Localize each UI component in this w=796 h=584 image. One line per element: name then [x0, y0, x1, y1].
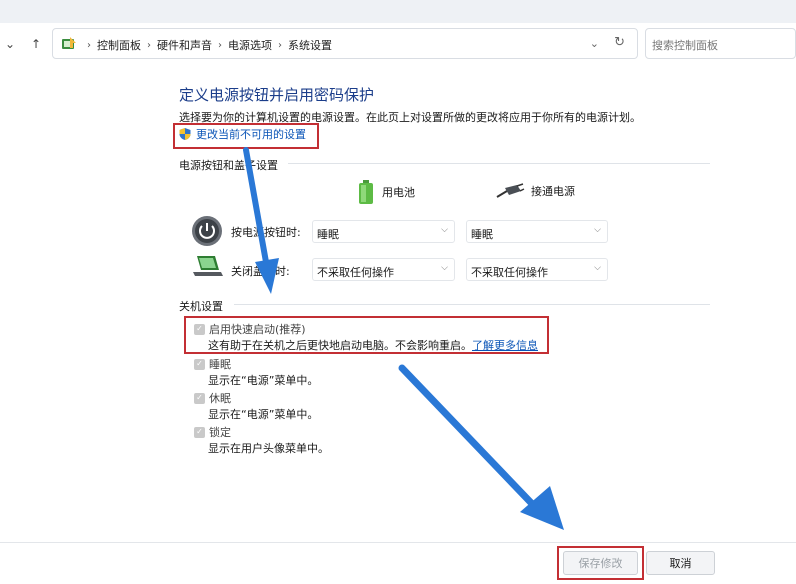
power-button-plugged-select[interactable]: 睡眠 ⌵ [466, 220, 608, 243]
lid-close-plugged-select[interactable]: 不采取任何操作 ⌵ [466, 258, 608, 281]
up-arrow-icon[interactable]: ↑ [28, 35, 44, 53]
fast-startup-highlight-box [184, 316, 549, 354]
power-plug-icon [496, 183, 525, 198]
plugged-column-header: 接通电源 [495, 183, 575, 199]
breadcrumb-separator-icon: › [87, 39, 91, 51]
lock-checkbox[interactable]: ✓ 锁定 [194, 424, 231, 440]
breadcrumb-system-settings[interactable]: 系统设置 [288, 37, 332, 53]
search-input[interactable]: 搜索控制面板 [645, 28, 796, 59]
battery-column-header: 用电池 [356, 179, 415, 205]
address-bar[interactable]: › 控制面板 › 硬件和声音 › 电源选项 › 系统设置 ⌄ ↻ [52, 28, 638, 59]
sleep-description: 显示在“电源”菜单中。 [208, 374, 319, 387]
battery-icon [359, 180, 373, 204]
checkbox-checked-icon: ✓ [194, 358, 205, 370]
cancel-button[interactable]: 取消 [646, 551, 715, 575]
checkbox-checked-icon: ✓ [194, 392, 205, 404]
shutdown-group-title: 关机设置 [179, 300, 223, 313]
battery-column-label: 用电池 [382, 186, 415, 199]
annotation-arrows [243, 147, 564, 530]
save-button-highlight-box [557, 546, 644, 580]
breadcrumb-separator-icon: › [147, 39, 151, 51]
breadcrumb-separator-icon: › [278, 39, 282, 51]
window-top-strip [0, 0, 796, 23]
change-link-highlight-box [173, 123, 319, 149]
refresh-icon[interactable]: ↻ [614, 35, 625, 50]
arrow-shaft [398, 364, 542, 514]
breadcrumb-control-panel[interactable]: 控制面板 [97, 37, 141, 53]
lid-close-row-label: 关闭盖子时: [231, 265, 290, 278]
arrow-down-right-icon [520, 486, 564, 530]
lid-close-plugged-value: 不采取任何操作 [471, 266, 548, 279]
address-dropdown-icon[interactable]: ⌄ [590, 37, 599, 50]
breadcrumb: › 控制面板 › 硬件和声音 › 电源选项 › 系统设置 [81, 37, 332, 53]
lid-close-battery-select[interactable]: 不采取任何操作 ⌵ [312, 258, 455, 281]
control-panel-icon [62, 37, 76, 49]
laptop-lid-icon [193, 256, 223, 276]
checkbox-checked-icon: ✓ [194, 426, 205, 438]
lock-label: 锁定 [209, 426, 231, 439]
breadcrumb-hardware-sound[interactable]: 硬件和声音 [157, 37, 212, 53]
chevron-down-icon: ⌵ [441, 225, 448, 235]
hibernate-checkbox[interactable]: ✓ 休眠 [194, 390, 231, 406]
footer-divider [0, 542, 796, 543]
chevron-down-icon: ⌵ [594, 263, 601, 273]
sleep-checkbox[interactable]: ✓ 睡眠 [194, 356, 231, 372]
lock-description: 显示在用户头像菜单中。 [208, 442, 329, 455]
power-button-battery-select[interactable]: 睡眠 ⌵ [312, 220, 455, 243]
sleep-label: 睡眠 [209, 358, 231, 371]
power-button-row-label: 按电源按钮时: [231, 226, 301, 239]
power-button-icon [192, 216, 222, 246]
chevron-down-icon: ⌵ [441, 263, 448, 273]
power-buttons-group-title: 电源按钮和盖子设置 [179, 159, 278, 172]
lid-close-battery-value: 不采取任何操作 [317, 266, 394, 279]
recent-locations-chevron-icon[interactable]: ⌄ [2, 35, 18, 53]
hibernate-description: 显示在“电源”菜单中。 [208, 408, 319, 421]
chevron-down-icon: ⌵ [594, 225, 601, 235]
page-title: 定义电源按钮并启用密码保护 [179, 86, 375, 104]
plugged-column-label: 接通电源 [531, 185, 575, 198]
breadcrumb-separator-icon: › [218, 39, 222, 51]
group-divider [288, 163, 710, 164]
group-divider [234, 304, 710, 305]
power-button-plugged-value: 睡眠 [471, 228, 493, 241]
breadcrumb-power-options[interactable]: 电源选项 [228, 37, 272, 53]
hibernate-label: 休眠 [209, 392, 231, 405]
search-placeholder: 搜索控制面板 [652, 39, 718, 52]
power-button-battery-value: 睡眠 [317, 228, 339, 241]
